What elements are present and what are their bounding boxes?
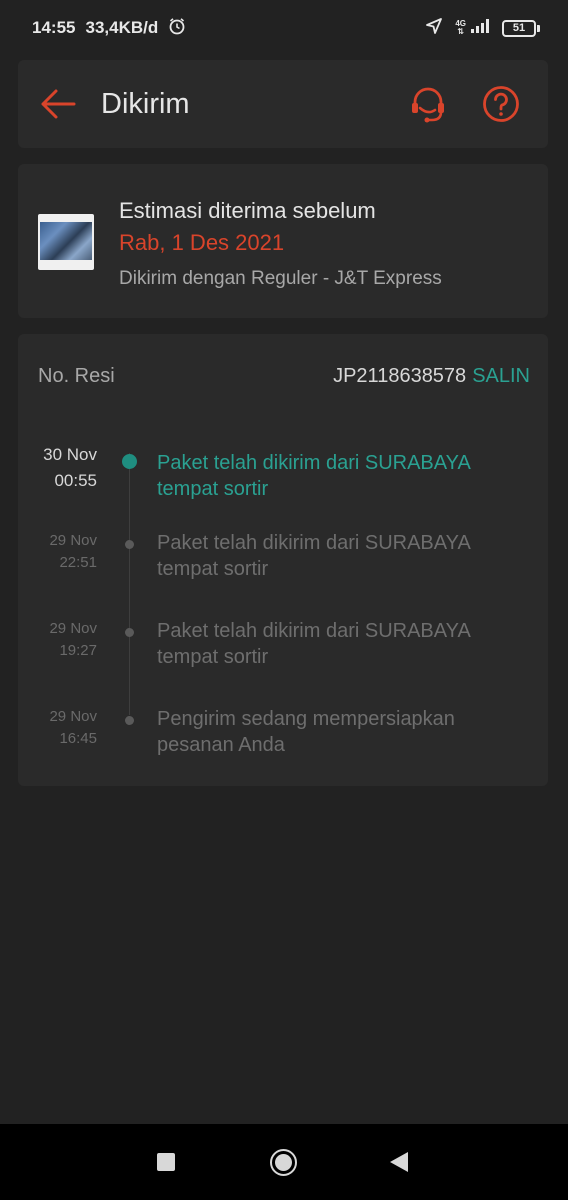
battery-level: 51: [502, 19, 536, 37]
signal-icon: [470, 18, 490, 39]
resi-row: JP2118638578 SALIN: [333, 365, 530, 388]
home-icon[interactable]: [270, 1149, 297, 1176]
timeline-dot: [125, 716, 134, 725]
shipping-method: Dikirim dengan Reguler - J&T Express: [119, 268, 442, 289]
network-type: 4G ⇅: [455, 20, 466, 36]
alarm-icon: [168, 17, 186, 40]
event-description: Pengirim sedang mempersiapkan pesanan An…: [157, 708, 455, 756]
event-datetime: 29 Nov 16:45: [49, 706, 97, 750]
back-icon[interactable]: [390, 1152, 408, 1172]
event-time: 19:27: [59, 642, 97, 659]
net-speed: 33,4KB/d: [85, 18, 159, 37]
product-thumbnail: [38, 214, 94, 270]
product-image: [40, 222, 92, 260]
event-date: 29 Nov: [49, 708, 97, 725]
status-right: 4G ⇅ 51: [425, 17, 540, 40]
status-bar: 14:55 33,4KB/d 4G ⇅ 51: [0, 0, 568, 56]
page-title: Dikirim: [101, 88, 190, 120]
delivery-estimate-card: Estimasi diterima sebelum Rab, 1 Des 202…: [18, 164, 548, 318]
back-arrow-icon[interactable]: [38, 84, 78, 124]
recents-icon[interactable]: [157, 1153, 175, 1171]
resi-number: JP2118638578: [333, 365, 467, 387]
event-datetime: 30 Nov 00:55: [43, 442, 97, 494]
status-left: 14:55 33,4KB/d: [32, 17, 186, 40]
event-datetime: 29 Nov 19:27: [49, 618, 97, 662]
copy-resi-button[interactable]: SALIN: [472, 365, 530, 388]
timeline-dot: [125, 540, 134, 549]
event-date: 29 Nov: [49, 532, 97, 549]
tracking-card: No. Resi JP2118638578 SALIN 30 Nov 00:55…: [18, 334, 548, 786]
event-description: Paket telah dikirim dari SURABAYA tempat…: [157, 620, 470, 668]
home-icon-inner: [275, 1154, 292, 1171]
estimate-date: Rab, 1 Des 2021: [119, 230, 285, 255]
system-nav-bar: [0, 1124, 568, 1200]
battery-icon: 51: [502, 19, 540, 37]
event-date: 29 Nov: [49, 620, 97, 637]
event-time: 00:55: [54, 471, 97, 490]
status-time: 14:55: [32, 18, 76, 37]
location-arrow-icon: [425, 17, 443, 40]
event-date: 30 Nov: [43, 445, 97, 464]
timeline-line: [129, 453, 130, 715]
data-arrows-icon: ⇅: [457, 27, 465, 36]
help-icon[interactable]: [481, 84, 521, 124]
headset-icon[interactable]: [408, 84, 448, 124]
event-description: Paket telah dikirim dari SURABAYA tempat…: [157, 532, 470, 580]
timeline-dot-active: [122, 454, 137, 469]
event-time: 16:45: [59, 730, 97, 747]
event-time: 22:51: [59, 554, 97, 571]
estimate-label: Estimasi diterima sebelum: [119, 198, 376, 223]
battery-tip: [537, 24, 540, 32]
resi-label: No. Resi: [38, 365, 115, 387]
event-description: Paket telah dikirim dari SURABAYA tempat…: [157, 452, 470, 500]
timeline-dot: [125, 628, 134, 637]
header: Dikirim: [18, 60, 548, 148]
event-datetime: 29 Nov 22:51: [49, 530, 97, 574]
